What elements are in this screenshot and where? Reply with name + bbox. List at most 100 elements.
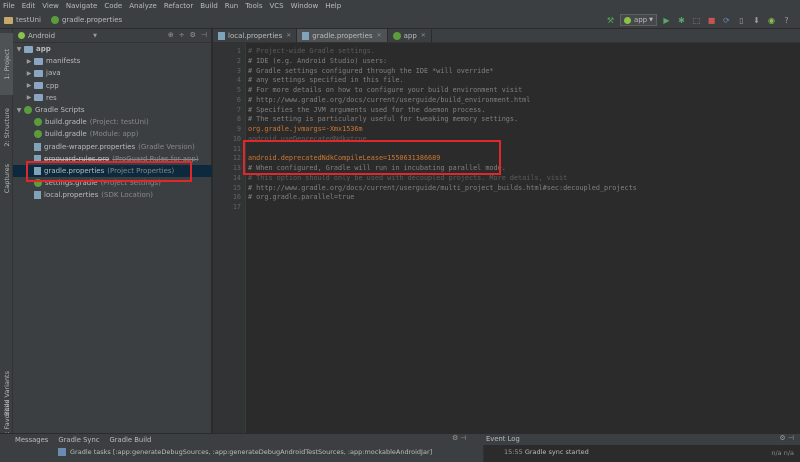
breadcrumb-file-label: gradle.properties [61, 16, 123, 24]
chevron-right-icon[interactable]: ▶ [25, 82, 33, 89]
sync-icon[interactable]: ⊕ [168, 31, 174, 39]
line-number: 16 [232, 193, 241, 202]
folder-icon [34, 57, 43, 65]
editor-area: local.properties ✕ gradle.properties ✕ a… [213, 29, 800, 433]
tab-gradle-sync[interactable]: Gradle Sync [58, 436, 99, 444]
editor-tab-gradle-properties[interactable]: gradle.properties ✕ [297, 29, 388, 42]
tree-item-res[interactable]: ▶ res [13, 92, 212, 104]
line-number: 13 [232, 164, 241, 172]
tab-messages[interactable]: Messages [15, 436, 48, 444]
make-project-icon[interactable]: ⚒ [605, 15, 616, 26]
run-configuration-label: app [633, 16, 648, 24]
tree-item-build-gradle-project[interactable]: build.gradle (Project: testUni) [13, 116, 212, 128]
panel-tools: ⊕ ÷ ⚙ ⊣ [163, 31, 207, 39]
tree-item-note: (Project: testUni) [89, 118, 149, 127]
settings-gear-icon[interactable]: ⚙ ⊣ [452, 434, 467, 442]
chevron-down-icon[interactable]: ▼ [15, 46, 23, 53]
menu-window[interactable]: Window [291, 2, 319, 10]
bottom-tool-tabs: Messages Gradle Sync Gradle Build ⚙ ⊣ Ev… [0, 433, 800, 445]
properties-file-icon [34, 191, 41, 200]
menu-vcs[interactable]: VCS [269, 2, 283, 10]
editor-tab-app[interactable]: app ✕ [388, 29, 432, 42]
hide-panel-icon[interactable]: ⊣ [201, 31, 207, 39]
chevron-right-icon[interactable]: ▶ [25, 94, 33, 101]
event-log-tools[interactable]: ⚙ ⊣ [779, 434, 794, 442]
menu-view[interactable]: View [42, 2, 59, 10]
line-number-gutter: 1 2 3 4 5 6 7 8 9 10 11 12 13 14 15 16 1… [213, 43, 246, 433]
menu-help[interactable]: Help [325, 2, 341, 10]
navigation-toolbar: testUni gradle.properties ⚒ app ▼ ▶ ✱ ⬚ … [0, 12, 800, 29]
tree-item-manifests[interactable]: ▶ manifests [13, 55, 212, 67]
tree-item-local-properties[interactable]: local.properties (SDK Location) [13, 189, 212, 201]
chevron-right-icon[interactable]: ▶ [25, 70, 33, 77]
run-icon[interactable]: ▶ [661, 15, 672, 26]
line-number: 12 [232, 154, 241, 163]
line-number: 15 [232, 183, 241, 192]
code-line: # IDE (e.g. Android Studio) users: [248, 56, 388, 65]
attach-debugger-icon[interactable]: ⬚ [691, 15, 702, 26]
tree-item-label: app [36, 45, 51, 54]
menu-refactor[interactable]: Refactor [164, 2, 193, 10]
module-folder-icon [24, 45, 33, 53]
event-log-entry: 15:55 Gradle sync started [504, 448, 589, 456]
code-editor[interactable]: 1 2 3 4 5 6 7 8 9 10 11 12 13 14 15 16 1… [213, 43, 800, 433]
help-icon[interactable]: ? [781, 15, 792, 26]
run-configuration-select[interactable]: app ▼ [619, 14, 657, 26]
folder-icon [34, 94, 43, 102]
status-text: Gradle tasks [:app:generateDebugSources,… [70, 448, 433, 456]
tree-item-app[interactable]: ▼ app [13, 43, 212, 55]
line-number: 1 [236, 47, 241, 55]
avd-manager-icon[interactable]: ▯ [736, 15, 747, 26]
menu-navigate[interactable]: Navigate [66, 2, 97, 10]
tab-captures[interactable]: Captures [0, 159, 13, 199]
editor-tab-bar: local.properties ✕ gradle.properties ✕ a… [213, 29, 800, 43]
editor-tab-label: local.properties [228, 31, 283, 40]
line-number: 5 [236, 86, 241, 94]
tab-gradle-build[interactable]: Gradle Build [110, 436, 152, 444]
code-line: # Project-wide Gradle settings. [248, 47, 375, 55]
tree-item-gradle-scripts[interactable]: ▼ Gradle Scripts [13, 104, 212, 116]
tree-item-java[interactable]: ▶ java [13, 67, 212, 79]
tab-favorites-text[interactable]: 2: Favorites [0, 400, 13, 438]
code-content[interactable]: # Project-wide Gradle settings. # IDE (e… [246, 43, 800, 433]
tree-item-build-gradle-module[interactable]: build.gradle (Module: app) [13, 128, 212, 140]
tree-item-label: cpp [46, 81, 59, 90]
android-device-monitor-icon[interactable]: ◉ [766, 15, 777, 26]
sync-gradle-icon[interactable]: ⟳ [721, 15, 732, 26]
event-time: 15:55 [504, 448, 523, 456]
menu-code[interactable]: Code [104, 2, 122, 10]
editor-tab-local-properties[interactable]: local.properties ✕ [213, 29, 298, 42]
close-icon[interactable]: ✕ [421, 32, 426, 39]
tab-structure[interactable]: 2: Structure [0, 101, 13, 153]
settings-gear-icon[interactable]: ⚙ [190, 31, 196, 39]
selected-file-highlight-box [26, 161, 192, 182]
code-line: # Specifies the JVM arguments used for t… [248, 105, 486, 114]
chevron-down-icon[interactable]: ▼ [15, 107, 23, 114]
gradle-icon [24, 106, 32, 115]
collapse-all-icon[interactable]: ÷ [179, 31, 185, 39]
menu-run[interactable]: Run [225, 2, 238, 10]
menu-analyze[interactable]: Analyze [129, 2, 157, 10]
tree-item-cpp[interactable]: ▶ cpp [13, 80, 212, 92]
stop-icon[interactable]: ■ [706, 15, 717, 26]
sdk-manager-icon[interactable]: ⬇ [751, 15, 762, 26]
menu-edit[interactable]: Edit [22, 2, 36, 10]
menu-tools[interactable]: Tools [245, 2, 262, 10]
chevron-right-icon[interactable]: ▶ [25, 58, 33, 65]
gradle-file-icon [50, 16, 59, 24]
tree-item-note: (SDK Location) [101, 191, 153, 200]
menu-build[interactable]: Build [200, 2, 218, 10]
close-icon[interactable]: ✕ [377, 32, 382, 39]
debug-icon[interactable]: ✱ [676, 15, 687, 26]
line-number: 9 [236, 125, 241, 133]
tree-item-gradle-wrapper[interactable]: gradle-wrapper.properties (Gradle Versio… [13, 141, 212, 153]
tab-captures-label: Captures [2, 164, 11, 194]
breadcrumb-file[interactable]: gradle.properties [50, 16, 123, 24]
close-icon[interactable]: ✕ [286, 32, 291, 39]
code-line: # Gradle settings configured through the… [248, 66, 494, 75]
menu-bar: File Edit View Navigate Code Analyze Ref… [0, 0, 800, 12]
tab-project[interactable]: 1: Project [0, 33, 13, 95]
breadcrumb-project[interactable]: testUni [4, 16, 41, 24]
line-number: 2 [236, 56, 241, 65]
menu-file[interactable]: File [3, 2, 15, 10]
